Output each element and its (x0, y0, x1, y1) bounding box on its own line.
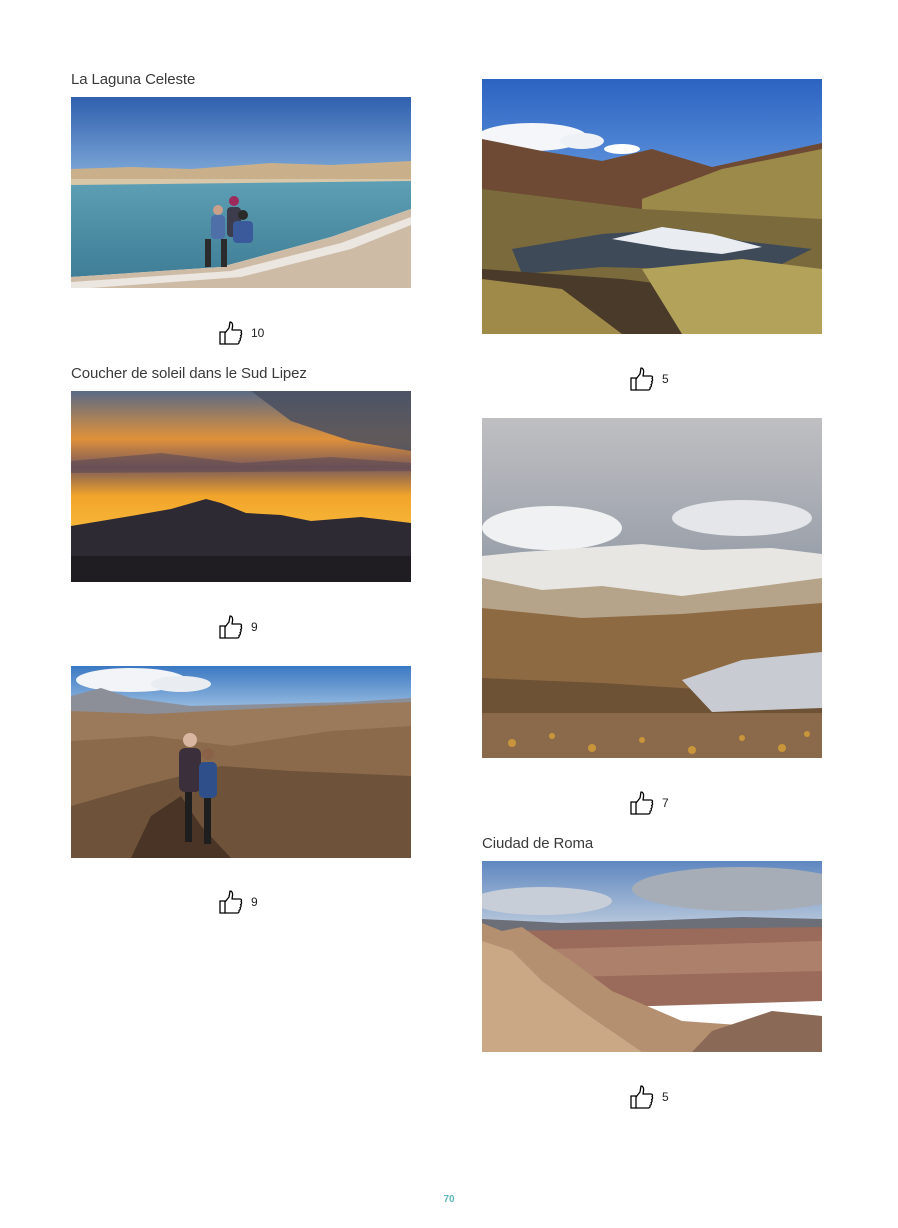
page-number: 70 (443, 1194, 455, 1205)
like-count: 5 (662, 1090, 669, 1104)
like-button-3[interactable]: 9 (218, 889, 258, 915)
like-button-2[interactable]: 9 (218, 614, 258, 640)
like-button-6[interactable]: 5 (629, 1084, 669, 1110)
thumbs-up-icon (219, 615, 243, 639)
photo-snowy-hills[interactable] (482, 418, 822, 758)
post-title-coucher-de-soleil: Coucher de soleil dans le Sud Lipez (71, 365, 307, 382)
thumbs-up-icon (219, 890, 243, 914)
photo-stream-valley[interactable] (482, 79, 822, 334)
photo-ciudad-de-roma[interactable] (482, 861, 822, 1052)
thumbs-up-icon (630, 367, 654, 391)
like-count: 10 (251, 326, 265, 340)
like-count: 5 (662, 372, 669, 386)
like-button-4[interactable]: 5 (629, 366, 669, 392)
photo-coucher-de-soleil[interactable] (71, 391, 411, 582)
like-count: 7 (662, 796, 669, 810)
like-button-1[interactable]: 10 (218, 320, 264, 346)
post-title-laguna-celeste: La Laguna Celeste (71, 71, 196, 88)
thumbs-up-icon (219, 321, 243, 345)
thumbs-up-icon (630, 1085, 654, 1109)
thumbs-up-icon (630, 791, 654, 815)
like-count: 9 (251, 620, 258, 634)
photo-laguna-celeste[interactable] (71, 97, 411, 288)
like-count: 9 (251, 895, 258, 909)
post-title-ciudad-de-roma: Ciudad de Roma (482, 835, 594, 852)
photo-hikers-valley[interactable] (71, 666, 411, 858)
like-button-5[interactable]: 7 (629, 790, 669, 816)
